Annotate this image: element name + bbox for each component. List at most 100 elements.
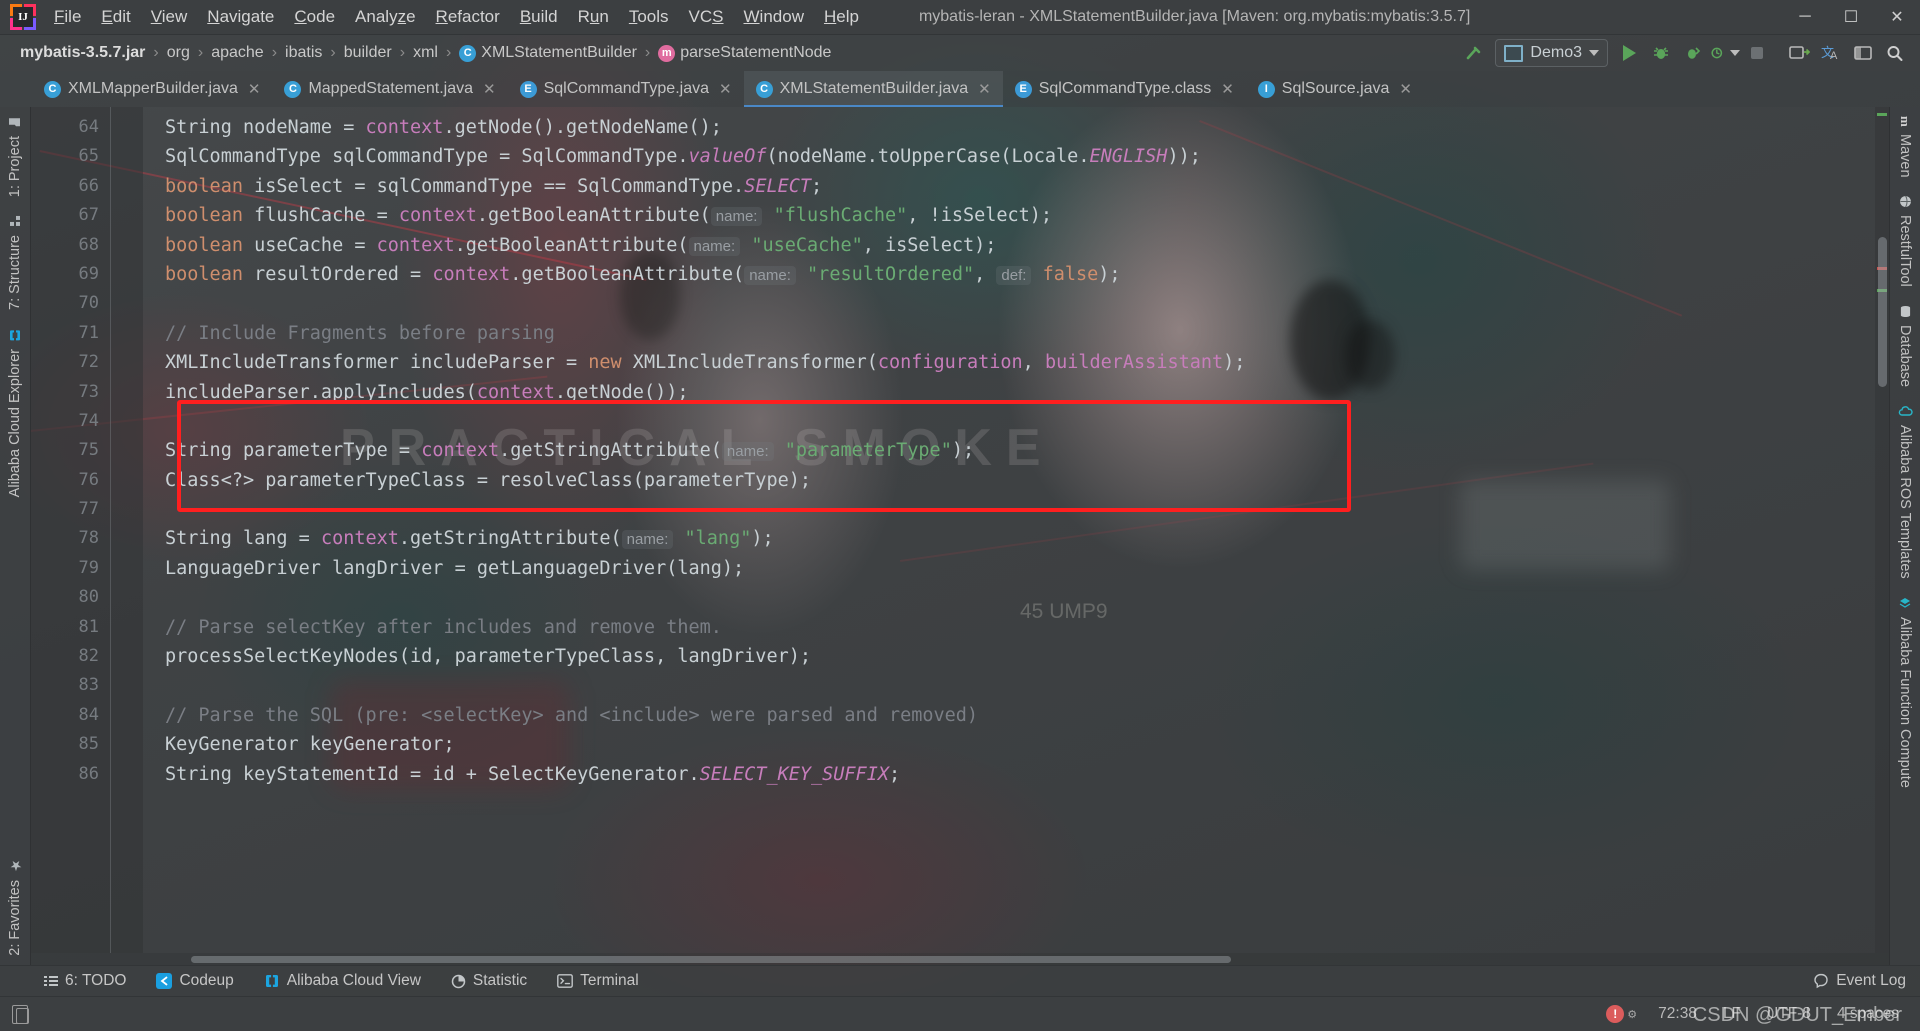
- error-stripe-gutter[interactable]: [1875, 107, 1889, 953]
- breadcrumb-item-xml[interactable]: xml: [407, 42, 444, 64]
- tab-XMLStatementBuilder[interactable]: C XMLStatementBuilder.java ✕: [743, 71, 1003, 107]
- code-content[interactable]: String nodeName = context.getNode().getN…: [143, 107, 1875, 953]
- tool-window-alibaba-cloud-view[interactable]: Alibaba Cloud View: [260, 970, 425, 992]
- code-line[interactable]: SqlCommandType sqlCommandType = SqlComma…: [143, 142, 1875, 171]
- sidebar-item-maven[interactable]: m Maven: [1897, 107, 1913, 186]
- tab-close-icon[interactable]: ✕: [483, 80, 496, 98]
- update-project-icon[interactable]: [1784, 39, 1814, 67]
- code-editor[interactable]: 64 65 66 67 68 69 70 71 72 73 74 75 76 77 78 79 80 81 82 83…: [31, 107, 1889, 965]
- code-token: SqlCommandType sqlCommandType = SqlComma…: [165, 146, 689, 168]
- horizontal-scrollbar[interactable]: [191, 956, 1231, 963]
- code-line[interactable]: String keyStatementId = id + SelectKeyGe…: [143, 760, 1875, 789]
- event-log-button[interactable]: Event Log: [1813, 972, 1920, 990]
- profiler-icon[interactable]: [1710, 39, 1740, 67]
- run-icon[interactable]: [1614, 39, 1644, 67]
- code-line[interactable]: [143, 289, 1875, 318]
- breadcrumb-item-method[interactable]: m parseStatementNode: [652, 42, 837, 64]
- code-line[interactable]: includeParser.applyIncludes(context.getN…: [143, 378, 1875, 407]
- gear-icon[interactable]: ⚙: [1627, 1008, 1637, 1021]
- code-line[interactable]: // Include Fragments before parsing: [143, 319, 1875, 348]
- debug-icon[interactable]: [1646, 39, 1676, 67]
- code-line[interactable]: String nodeName = context.getNode().getN…: [143, 113, 1875, 142]
- sidebar-item-database[interactable]: Database: [1897, 296, 1913, 396]
- tab-MappedStatement[interactable]: C MappedStatement.java ✕: [272, 71, 507, 107]
- code-line[interactable]: [143, 407, 1875, 436]
- menu-refactor[interactable]: Refactor: [426, 3, 510, 31]
- code-line[interactable]: // Parse the SQL (pre: <selectKey> and <…: [143, 701, 1875, 730]
- tool-window-todo[interactable]: 6: TODO: [40, 970, 130, 992]
- code-line[interactable]: LanguageDriver langDriver = getLanguageD…: [143, 554, 1875, 583]
- tab-close-icon[interactable]: ✕: [719, 80, 732, 98]
- tab-close-icon[interactable]: ✕: [978, 80, 991, 98]
- code-line[interactable]: boolean resultOrdered = context.getBoole…: [143, 260, 1875, 289]
- tab-close-icon[interactable]: ✕: [1399, 80, 1412, 98]
- show-tool-windows-button[interactable]: [0, 1004, 40, 1024]
- sidebar-item-favorites[interactable]: 2: Favorites ★: [7, 848, 23, 965]
- minimize-button[interactable]: ─: [1782, 0, 1828, 34]
- maximize-button[interactable]: ☐: [1828, 0, 1874, 34]
- window-controls: ─ ☐ ✕: [1782, 0, 1920, 34]
- coverage-icon[interactable]: [1678, 39, 1708, 67]
- code-line[interactable]: KeyGenerator keyGenerator;: [143, 730, 1875, 759]
- code-line[interactable]: boolean isSelect = sqlCommandType == Sql…: [143, 172, 1875, 201]
- menu-help[interactable]: Help: [814, 3, 869, 31]
- menu-code[interactable]: Code: [284, 3, 345, 31]
- code-line[interactable]: String lang = context.getStringAttribute…: [143, 524, 1875, 553]
- code-line[interactable]: Class<?> parameterTypeClass = resolveCla…: [143, 466, 1875, 495]
- code-line[interactable]: String parameterType = context.getString…: [143, 436, 1875, 465]
- tab-close-icon[interactable]: ✕: [1221, 80, 1234, 98]
- search-everywhere-icon[interactable]: [1880, 39, 1910, 67]
- sidebar-item-alibaba-function-compute[interactable]: Alibaba Function Compute: [1897, 588, 1913, 797]
- sidebar-item-restfultool[interactable]: RestfulTool: [1897, 186, 1913, 296]
- tab-SqlCommandType-java[interactable]: E SqlCommandType.java ✕: [508, 71, 744, 107]
- sidebar-item-alibaba-ros-templates[interactable]: Alibaba ROS Templates: [1897, 396, 1913, 588]
- translate-icon[interactable]: 文A: [1816, 39, 1846, 67]
- breadcrumb-item-builder[interactable]: builder: [338, 42, 398, 64]
- run-configuration-selector[interactable]: Demo3: [1495, 39, 1608, 67]
- code-line[interactable]: [143, 495, 1875, 524]
- stop-icon[interactable]: [1742, 39, 1772, 67]
- menu-view[interactable]: View: [141, 3, 198, 31]
- inspection-status[interactable]: ! ⚙: [1606, 1005, 1637, 1023]
- build-hammer-icon[interactable]: [1459, 39, 1489, 67]
- close-button[interactable]: ✕: [1874, 0, 1920, 34]
- vertical-scrollbar[interactable]: [1878, 237, 1887, 387]
- sidebar-item-alibaba-cloud-explorer[interactable]: Alibaba Cloud Explorer: [7, 319, 23, 506]
- menu-run[interactable]: Run: [568, 3, 619, 31]
- tool-window-codeup[interactable]: Codeup: [152, 970, 237, 992]
- code-line[interactable]: // Parse selectKey after includes and re…: [143, 613, 1875, 642]
- sidebar-item-project[interactable]: 1: Project: [7, 107, 23, 206]
- breadcrumb-item-org[interactable]: org: [161, 42, 196, 64]
- file-encoding[interactable]: UTF-8: [1762, 1003, 1816, 1025]
- menu-tools[interactable]: Tools: [619, 3, 679, 31]
- code-line[interactable]: boolean useCache = context.getBooleanAtt…: [143, 231, 1875, 260]
- tab-close-icon[interactable]: ✕: [248, 80, 261, 98]
- layout-icon[interactable]: [1848, 39, 1878, 67]
- tool-window-terminal[interactable]: Terminal: [553, 970, 643, 992]
- breadcrumb-item-class[interactable]: C XMLStatementBuilder: [453, 42, 643, 64]
- breadcrumb-item-jar[interactable]: mybatis-3.5.7.jar: [14, 42, 151, 64]
- tab-XMLMapperBuilder[interactable]: C XMLMapperBuilder.java ✕: [32, 71, 272, 107]
- tab-SqlSource[interactable]: I SqlSource.java ✕: [1246, 71, 1424, 107]
- code-line[interactable]: [143, 583, 1875, 612]
- breadcrumb-item-apache[interactable]: apache: [205, 42, 270, 64]
- code-line[interactable]: [143, 671, 1875, 700]
- menu-vcs[interactable]: VCS: [679, 3, 734, 31]
- menu-navigate[interactable]: Navigate: [197, 3, 284, 31]
- menu-build[interactable]: Build: [510, 3, 568, 31]
- tab-SqlCommandType-class[interactable]: E SqlCommandType.class ✕: [1003, 71, 1246, 107]
- menu-file[interactable]: File: [44, 3, 91, 31]
- breadcrumb-item-ibatis[interactable]: ibatis: [279, 42, 328, 64]
- code-line[interactable]: boolean flushCache = context.getBooleanA…: [143, 201, 1875, 230]
- menu-edit[interactable]: Edit: [91, 3, 140, 31]
- sidebar-item-structure[interactable]: 7: Structure: [7, 206, 23, 319]
- sidebar-item-label: 2: Favorites: [7, 880, 23, 956]
- line-separator[interactable]: LF: [1718, 1003, 1746, 1025]
- indent-setting[interactable]: 4 spaces: [1832, 1003, 1904, 1025]
- menu-analyze[interactable]: Analyze: [345, 3, 426, 31]
- menu-window[interactable]: Window: [734, 3, 814, 31]
- code-line[interactable]: XMLIncludeTransformer includeParser = ne…: [143, 348, 1875, 377]
- code-line[interactable]: processSelectKeyNodes(id, parameterTypeC…: [143, 642, 1875, 671]
- caret-position[interactable]: 72:38: [1653, 1003, 1702, 1025]
- tool-window-statistic[interactable]: Statistic: [447, 970, 531, 992]
